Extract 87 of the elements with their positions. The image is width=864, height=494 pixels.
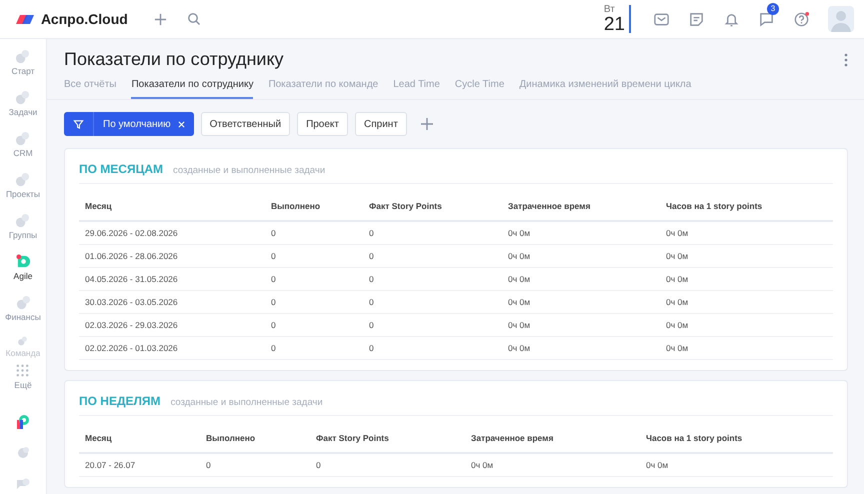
sidebar-label[interactable]: Команда xyxy=(6,348,40,358)
filter-chip[interactable]: Ответственный xyxy=(200,112,290,136)
table-cell-text: 0ч 0м xyxy=(508,297,532,307)
table-cell-text: 0ч 0м xyxy=(666,228,690,238)
table-cell-text: 0 xyxy=(369,251,375,261)
table-cell-text: 30.03.2026 - 03.05.2026 xyxy=(85,297,179,307)
column-header: Факт Story Points xyxy=(316,433,390,443)
sidebar-label[interactable]: Agile xyxy=(14,271,32,281)
help-icon[interactable] xyxy=(793,10,810,28)
sidebar-label[interactable]: Ещё xyxy=(14,380,32,390)
report-tab[interactable]: Lead Time xyxy=(393,77,440,99)
more-icon[interactable] xyxy=(844,52,848,66)
table-cell-text: 0 xyxy=(369,297,375,307)
column-header: Выполнено xyxy=(206,433,256,443)
sidebar-label[interactable]: Группы xyxy=(8,230,38,240)
filter-chip[interactable]: Проект xyxy=(297,112,348,136)
table-cell-text: 04.05.2026 - 31.05.2026 xyxy=(85,274,179,284)
table-cell-text: 0 xyxy=(316,460,322,470)
table-cell-text: 01.06.2026 - 28.06.2026 xyxy=(85,251,179,261)
funnel-icon xyxy=(73,118,84,130)
mail-icon[interactable] xyxy=(653,10,670,28)
notification-badge: 3 xyxy=(767,2,779,14)
plus-icon[interactable] xyxy=(154,12,167,26)
table-cell-text: 0 xyxy=(369,274,375,284)
table-cell-text: 0 xyxy=(271,320,277,330)
table-cell-text: 0 xyxy=(271,274,277,284)
close-icon[interactable] xyxy=(178,120,185,128)
table-cell-text: 29.06.2026 - 02.08.2026 xyxy=(85,228,179,238)
section-subtitle: созданные и выполненные задачи xyxy=(173,165,326,176)
column-header: Часов на 1 story points xyxy=(646,433,744,443)
column-header: Часов на 1 story points xyxy=(666,201,764,211)
filter-chip[interactable]: По умолчанию xyxy=(64,112,194,136)
table-cell-text: 0ч 0м xyxy=(508,274,532,284)
table-cell-text: 0 xyxy=(369,343,375,353)
table-cell-text: 0ч 0м xyxy=(666,320,690,330)
column-header: Затраченное время xyxy=(471,433,554,443)
logo-icon xyxy=(14,12,36,26)
chat-icon[interactable] xyxy=(758,10,775,28)
page-title: Показатели по сотруднику xyxy=(64,49,284,70)
section-title: ПО НЕДЕЛЯМ xyxy=(79,394,161,408)
table-cell-text: 0 xyxy=(271,228,277,238)
app-logo-icon[interactable] xyxy=(15,414,31,430)
table-cell-text: 0ч 0м xyxy=(646,460,670,470)
table-cell-text: 0 xyxy=(271,343,277,353)
column-header: Затраченное время xyxy=(508,201,592,211)
report-tab[interactable]: Cycle Time xyxy=(454,77,504,99)
day-number: 21 xyxy=(604,14,625,34)
table-cell-text: 0ч 0м xyxy=(666,297,690,307)
table-cell-text: 0ч 0м xyxy=(471,460,494,470)
sidebar-label[interactable]: Задачи xyxy=(8,107,38,117)
table-cell-text: 02.03.2026 - 29.03.2026 xyxy=(85,320,179,330)
add-filter-icon[interactable] xyxy=(420,117,434,131)
column-header: Месяц xyxy=(85,201,113,211)
table-cell-text: 0 xyxy=(369,228,375,238)
table-cell-text: 02.02.2026 - 01.03.2026 xyxy=(85,343,179,353)
note-icon[interactable] xyxy=(688,10,705,28)
table-cell-text: 0ч 0м xyxy=(666,343,690,353)
sidebar-label[interactable]: Проекты xyxy=(6,189,40,199)
section-subtitle: созданные и выполненные задачи xyxy=(170,397,323,408)
weekday-label: Вт xyxy=(604,4,615,14)
report-tab[interactable]: Показатели по сотруднику xyxy=(131,77,254,99)
table-cell-text: 0 xyxy=(271,251,277,261)
column-header: Месяц xyxy=(85,433,113,443)
sidebar-label[interactable]: Финансы xyxy=(5,312,41,322)
logo-text: Аспро.Cloud xyxy=(41,11,128,27)
sidebar-label[interactable]: CRM xyxy=(13,148,33,158)
report-tab[interactable]: Показатели по команде xyxy=(268,77,378,99)
column-header: Факт Story Points xyxy=(369,201,443,211)
sidebar-label[interactable]: Старт xyxy=(11,66,35,76)
dots-grid-icon[interactable] xyxy=(15,363,30,378)
agile-icon[interactable] xyxy=(16,254,30,269)
section-title: ПО МЕСЯЦАМ xyxy=(79,162,164,176)
table-cell-text: 0ч 0м xyxy=(508,251,532,261)
filter-chip[interactable]: Спринт xyxy=(355,112,407,136)
table-cell-text: 0 xyxy=(369,320,375,330)
report-tab[interactable]: Все отчёты xyxy=(64,77,116,99)
table-cell-text: 0ч 0м xyxy=(508,343,532,353)
search-icon[interactable] xyxy=(186,12,201,26)
table-cell-text: 0 xyxy=(271,297,277,307)
report-tab[interactable]: Динамика изменений времени цикла xyxy=(519,77,692,99)
table-cell-text: 0ч 0м xyxy=(508,320,532,330)
table-cell-text: 0ч 0м xyxy=(666,274,690,284)
table-cell-text: 0ч 0м xyxy=(508,228,532,238)
column-header: Выполнено xyxy=(271,201,322,211)
table-cell-text: 20.07 - 26.07 xyxy=(85,460,136,470)
table-cell-text: 0ч 0м xyxy=(666,251,690,261)
table-cell-text: 0 xyxy=(206,460,212,470)
